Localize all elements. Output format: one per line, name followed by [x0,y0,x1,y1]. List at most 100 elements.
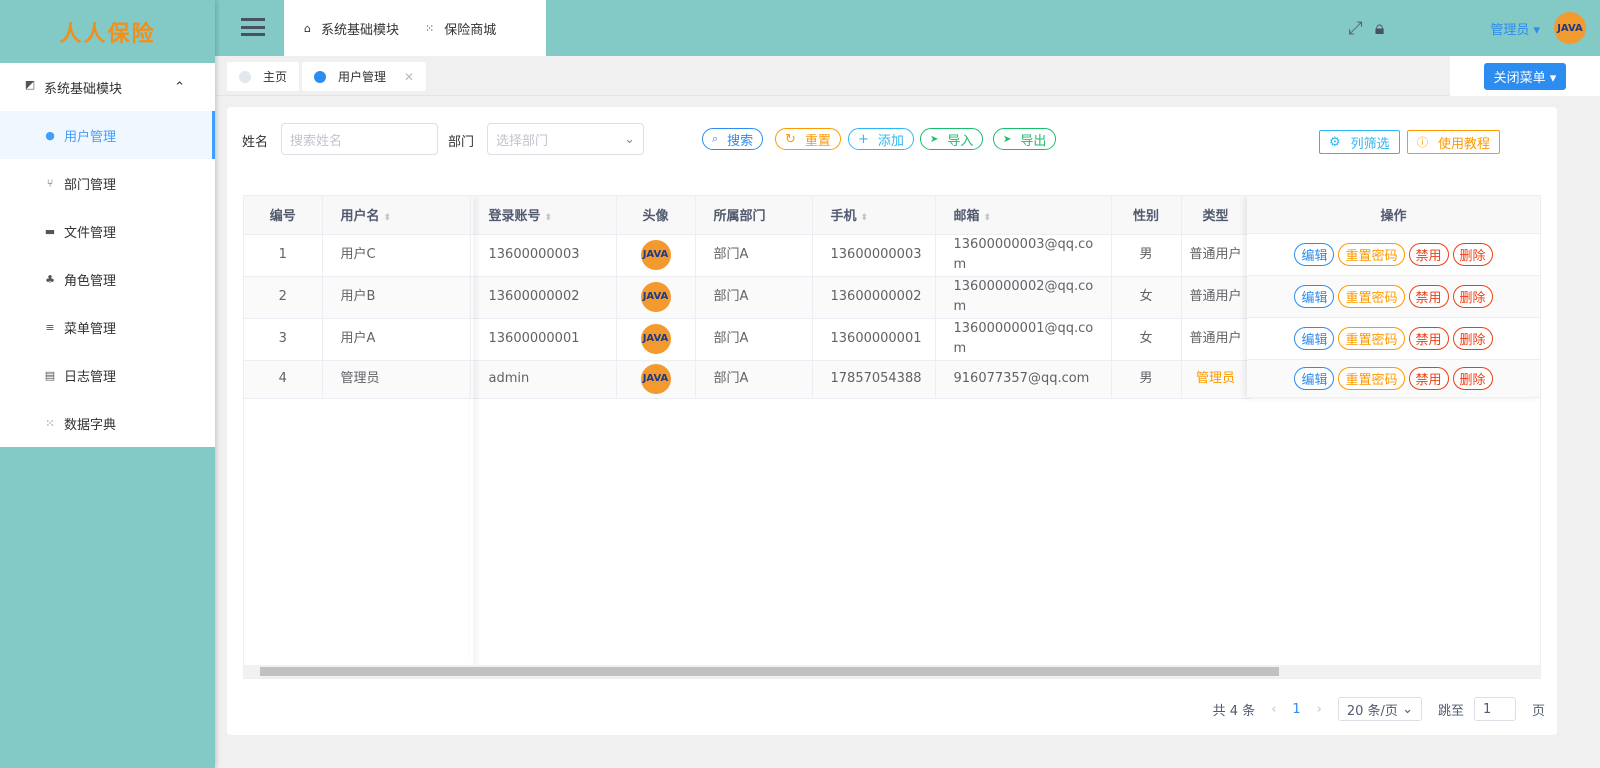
logo: 人人保险 [59,21,156,47]
cell-email: 13600000001@qq.co m [935,318,1112,361]
sidebar-group-system[interactable]: ◩ 系统基础模块 ⌃ [0,63,215,111]
pagination: 共 4 条 ‹ 1 › 20 条/页 ⌄ 跳至 1 页 [1213,697,1545,721]
user-dropdown[interactable]: 管理员 ▾ [1490,19,1540,38]
col-username[interactable]: 用户名 ⬍ [322,196,471,235]
page-size-select[interactable]: 20 条/页 ⌄ [1337,697,1422,721]
avatar: JAVA [640,282,671,312]
cell-phone: 13600000001 [812,318,936,361]
cell-email: 13600000003@qq.co m [935,234,1112,277]
btn-label: 导出 [1020,133,1047,149]
btn-label: 导入 [947,133,974,149]
close-icon[interactable]: ✕ [404,70,414,84]
sidebar-item-menus[interactable]: ≡ 菜单管理 [0,303,215,351]
btn-label: 使用教程 [1438,136,1491,152]
sidebar-group-label: 系统基础模块 [44,81,123,97]
col-label: 用户名 [340,209,380,225]
sort-icon[interactable]: ⬍ [384,213,392,223]
avatar: JAVA [640,324,671,354]
search-button[interactable]: ⌕ 搜索 [702,128,764,150]
table-row: 2 用户B 13600000002 JAVA 部门A 13600000002 1… [244,276,1251,319]
actions-row: 编辑 重置密码 禁用 删除 [1247,318,1540,360]
col-phone[interactable]: 手机 ⬍ [812,196,936,235]
email-line: m [953,341,967,356]
hamburger-icon[interactable] [241,18,265,36]
cell-dept: 部门A [695,276,813,319]
placeholder: 搜索姓名 [290,133,343,149]
sidebar-item-roles[interactable]: ♣ 角色管理 [0,255,215,303]
export-button[interactable]: ➤ 导出 [993,128,1057,150]
sidebar-item-dict[interactable]: ⁙ 数据字典 [0,399,215,447]
name-search-input[interactable]: 搜索姓名 [281,123,438,155]
dept-select[interactable]: 选择部门 ⌄ [487,123,644,155]
page-suffix: 页 [1531,703,1545,719]
reset-password-button[interactable]: 重置密码 [1338,367,1405,390]
tag-users[interactable]: 用户管理 ✕ [302,62,427,91]
col-avatar: 头像 [616,196,696,235]
col-dept: 所属部门 [695,196,813,235]
col-account[interactable]: 登录账号 ⬍ [470,196,617,235]
email-line: m [953,299,967,314]
delete-button[interactable]: 删除 [1452,243,1493,266]
cell-account: 13600000003 [470,234,617,277]
disable-button[interactable]: 禁用 [1408,243,1449,266]
next-page-icon[interactable]: › [1317,702,1322,717]
horizontal-scrollbar[interactable] [244,665,1540,678]
btn-label: 重置 [804,133,831,149]
lock-icon[interactable]: 🔒︎ [1375,18,1385,39]
tutorial-button[interactable]: ⓘ 使用教程 [1407,130,1501,154]
avatar[interactable]: JAVA [1554,12,1586,44]
actions-row: 编辑 重置密码 禁用 删除 [1247,276,1540,318]
sidebar-item-label: 数据字典 [64,417,117,433]
col-email[interactable]: 邮箱 ⬍ [935,196,1112,235]
reset-password-button[interactable]: 重置密码 [1338,285,1405,308]
fullscreen-icon[interactable]: ⤢ [1348,18,1362,39]
cell-id: 4 [244,360,323,399]
page-1[interactable]: 1 [1292,702,1300,717]
tag-home[interactable]: 主页 [227,62,300,91]
nav-label: 系统基础模块 [320,22,399,38]
users-icon: ♣ [45,272,55,286]
dept-label: 部门 [448,135,475,150]
reset-button[interactable]: ↻ 重置 [775,128,841,150]
home-icon: ⌂ [304,21,311,35]
cell-avatar: JAVA [616,276,696,319]
table-row: 3 用户A 13600000001 JAVA 部门A 13600000001 1… [244,318,1251,361]
edit-button[interactable]: 编辑 [1294,285,1335,308]
top-nav-shop[interactable]: ⁙ 保险商城 [425,19,496,38]
col-label: 邮箱 [953,209,980,225]
sidebar-item-label: 部门管理 [64,177,117,193]
reset-password-button[interactable]: 重置密码 [1338,243,1405,266]
add-button[interactable]: + 添加 [848,128,914,150]
delete-button[interactable]: 删除 [1452,327,1493,350]
sort-icon[interactable]: ⬍ [984,213,992,223]
sort-icon[interactable]: ⬍ [545,213,553,223]
scrollbar-thumb[interactable] [260,667,1279,676]
edit-button[interactable]: 编辑 [1294,367,1335,390]
help-icon: ⓘ [1417,136,1428,149]
sort-icon[interactable]: ⬍ [861,213,869,223]
prev-page-icon[interactable]: ‹ [1271,702,1276,717]
page-size-label: 20 条/页 [1346,703,1398,719]
actions-row: 编辑 重置密码 禁用 删除 [1247,360,1540,398]
edit-button[interactable]: 编辑 [1294,243,1335,266]
edit-button[interactable]: 编辑 [1294,327,1335,350]
reset-password-button[interactable]: 重置密码 [1338,327,1405,350]
sidebar-item-logs[interactable]: ▤ 日志管理 [0,351,215,399]
delete-button[interactable]: 删除 [1452,367,1493,390]
sidebar-item-files[interactable]: ▬ 文件管理 [0,207,215,255]
jump-input[interactable]: 1 [1473,697,1516,721]
disable-button[interactable]: 禁用 [1408,285,1449,308]
disable-button[interactable]: 禁用 [1408,327,1449,350]
sidebar-item-users[interactable]: ● 用户管理 [0,111,215,159]
top-nav-system[interactable]: ⌂ 系统基础模块 [304,19,399,38]
disable-button[interactable]: 禁用 [1408,367,1449,390]
cell-username: 用户A [322,318,471,361]
user-name: 管理员 [1490,22,1530,38]
sidebar-item-label: 日志管理 [64,369,117,385]
folder-icon: ▬ [44,224,56,238]
sidebar-item-depts[interactable]: ⑂ 部门管理 [0,159,215,207]
close-menu-button[interactable]: 关闭菜单 ▾ [1483,62,1567,90]
column-filter-button[interactable]: ⚙ 列筛选 [1319,130,1400,154]
delete-button[interactable]: 删除 [1452,285,1493,308]
import-button[interactable]: ➤ 导入 [920,128,984,150]
